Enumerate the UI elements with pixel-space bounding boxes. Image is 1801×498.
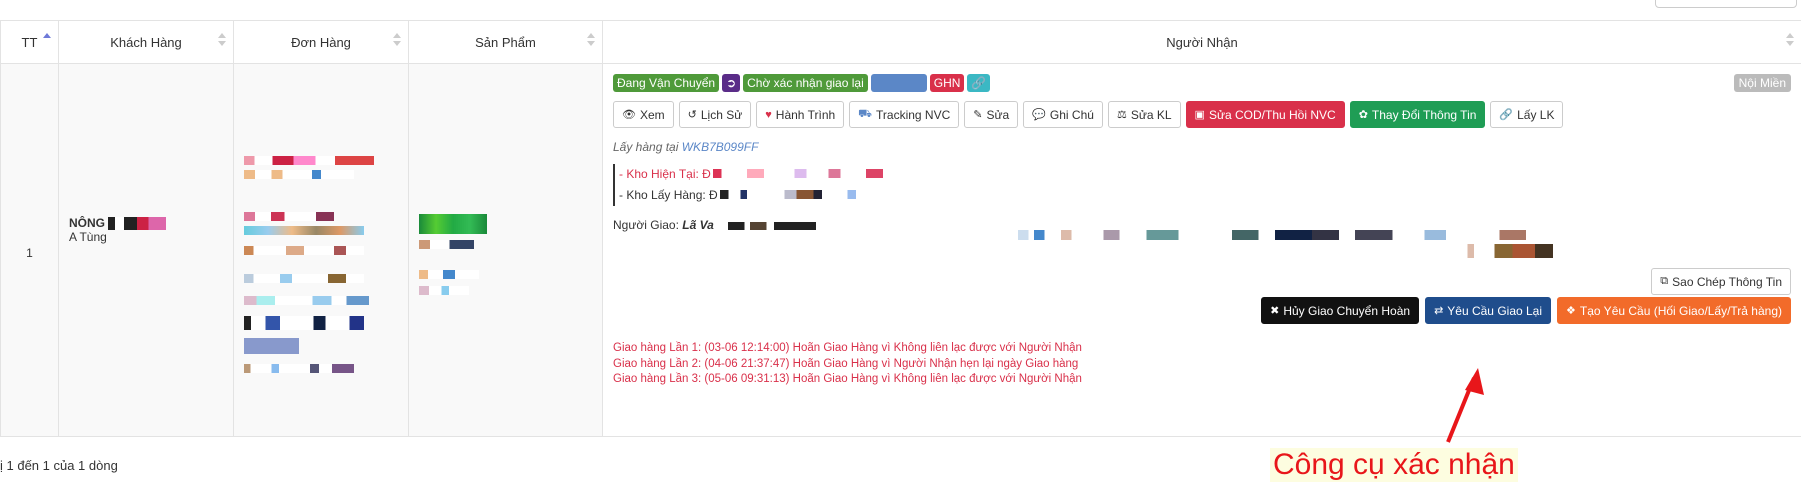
annotation-label: Công cụ xác nhận xyxy=(1270,448,1518,482)
annotation-arrow xyxy=(1446,368,1484,443)
